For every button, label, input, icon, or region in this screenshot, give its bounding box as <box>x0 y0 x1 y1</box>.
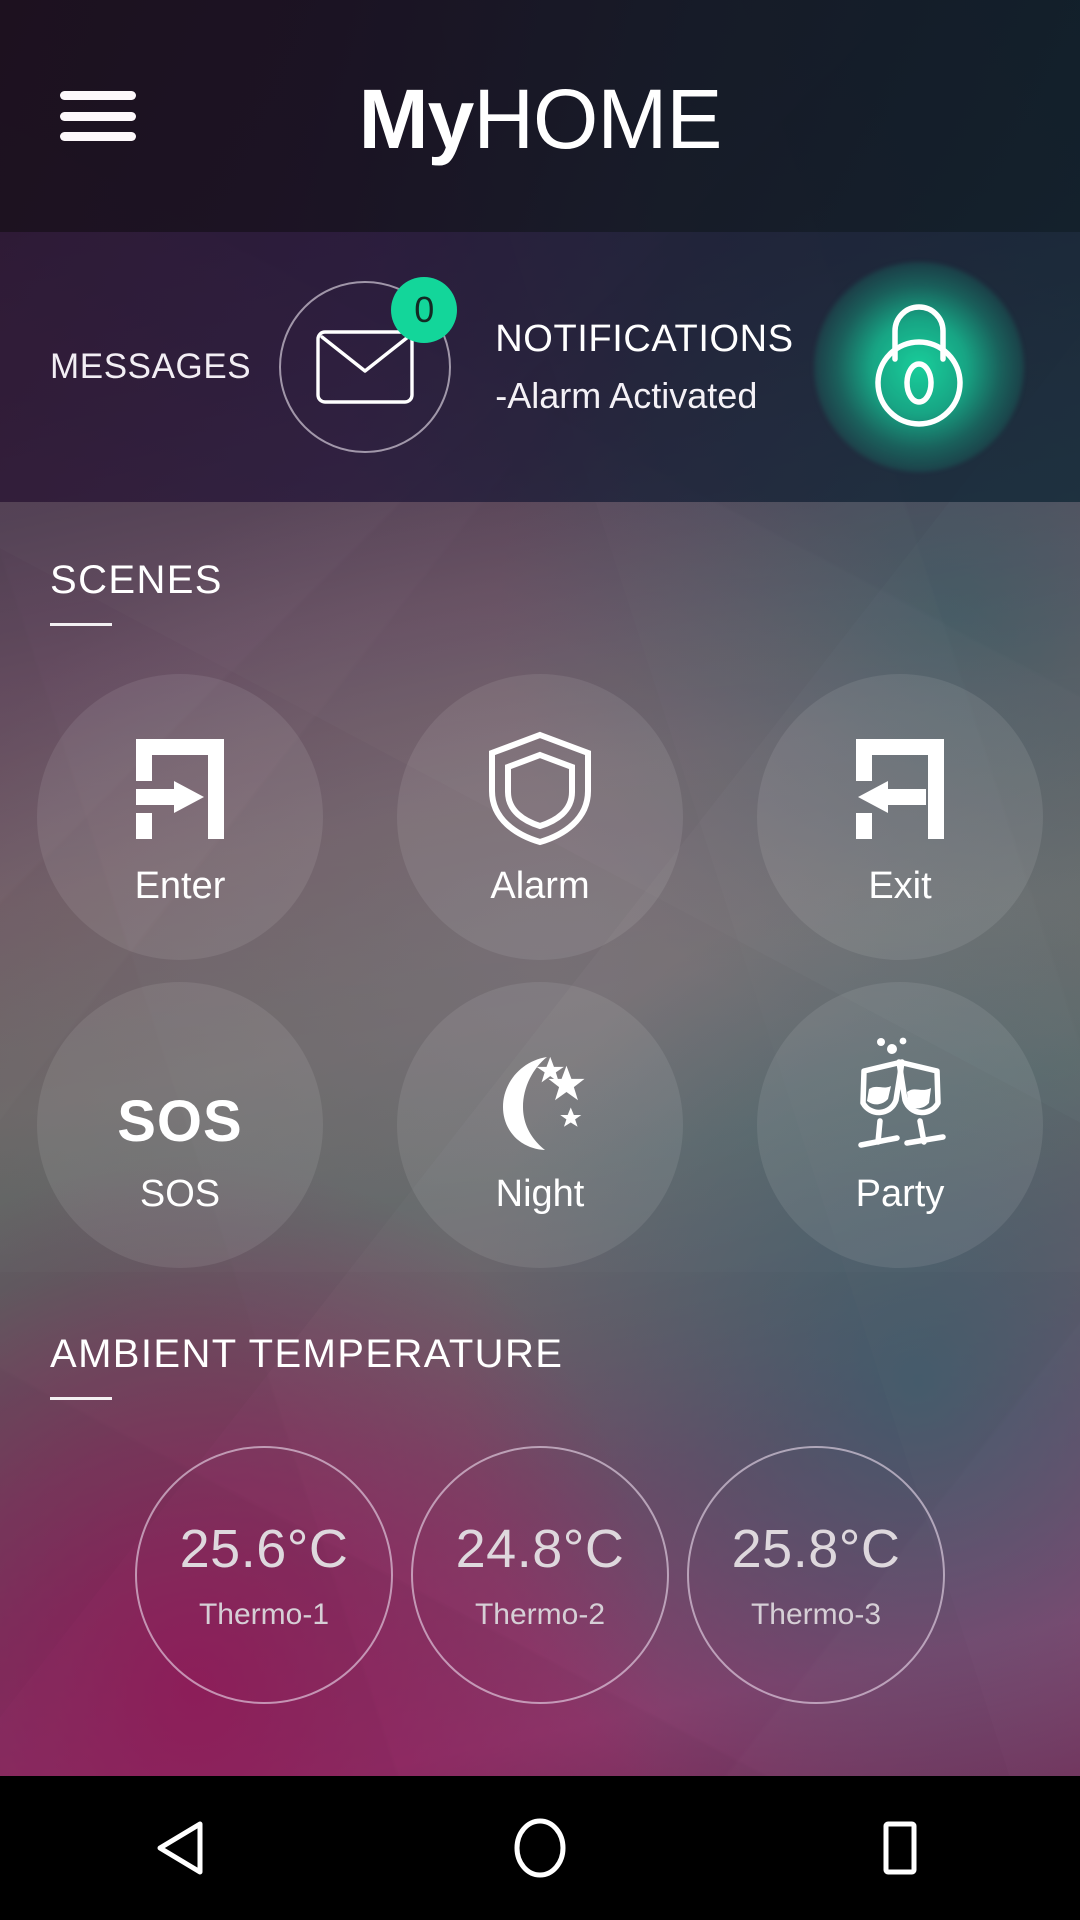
scenes-title: SCENES <box>50 558 223 602</box>
messages-label: MESSAGES <box>50 347 252 386</box>
scene-button-night[interactable]: Night <box>397 982 683 1268</box>
scene-label: SOS <box>139 1172 221 1215</box>
alarm-lock-button[interactable] <box>814 262 1024 472</box>
app-header: MyHOME <box>0 0 1080 232</box>
scene-button-exit[interactable]: Exit <box>757 674 1043 960</box>
scene-label: Exit <box>868 864 932 907</box>
thermostat-value: 25.6°C <box>179 1519 349 1579</box>
thermostat-card-1[interactable]: 25.6°C Thermo-1 <box>135 1446 393 1704</box>
app-title-bold: My <box>358 72 475 166</box>
scene-icon-wrap <box>839 1035 961 1155</box>
scene-icon-wrap <box>122 727 238 847</box>
back-triangle-icon <box>157 1821 203 1875</box>
scenes-underline <box>50 623 112 626</box>
ambient-temperature-underline <box>50 1397 112 1400</box>
hamburger-bar <box>60 91 136 100</box>
notification-bar: MESSAGES 0 NOTIFICATIONS -Alarm Activate… <box>0 232 1080 502</box>
scenes-section: SCENES Enter Alarm Exit SOS SOS Night Pa… <box>0 502 1080 1272</box>
scene-icon-wrap: SOS <box>117 1035 243 1155</box>
door-enter-icon <box>136 738 224 839</box>
thermostat-name: Thermo-1 <box>198 1598 330 1631</box>
home-circle-icon <box>514 1818 566 1878</box>
thermostat-value: 24.8°C <box>455 1519 625 1579</box>
thermostat-card-2[interactable]: 24.8°C Thermo-2 <box>411 1446 669 1704</box>
android-navigation-bar <box>0 1776 1080 1920</box>
ambient-temperature-title: AMBIENT TEMPERATURE <box>50 1332 564 1376</box>
notification-message: -Alarm Activated <box>495 374 758 416</box>
app-root: MyHOME MESSAGES 0 NOTIFICATIONS -Alarm A… <box>0 0 1080 1920</box>
padlock-icon <box>875 304 963 427</box>
scenes-heading: SCENES <box>50 502 1080 626</box>
shield-icon <box>489 731 591 845</box>
scene-icon-wrap <box>484 727 596 847</box>
messages-button[interactable]: 0 <box>279 277 458 453</box>
thermostat-card-3[interactable]: 25.8°C Thermo-3 <box>687 1446 945 1704</box>
recents-square-icon <box>883 1821 917 1875</box>
notification-text-group: NOTIFICATIONS -Alarm Activated <box>495 318 793 417</box>
scene-button-alarm[interactable]: Alarm <box>397 674 683 960</box>
scene-button-enter[interactable]: Enter <box>37 674 323 960</box>
scene-icon-wrap <box>477 1035 603 1155</box>
scenes-grid: Enter Alarm Exit SOS SOS Night Party <box>0 674 1080 1268</box>
scene-button-party[interactable]: Party <box>757 982 1043 1268</box>
messages-badge: 0 <box>391 277 458 343</box>
nav-back-button[interactable] <box>105 1776 255 1920</box>
door-exit-icon <box>856 738 944 839</box>
scene-button-sos[interactable]: SOS SOS <box>37 982 323 1268</box>
nav-home-button[interactable] <box>465 1776 615 1920</box>
scene-label: Party <box>855 1172 945 1215</box>
envelope-icon <box>316 330 414 404</box>
thermostat-name: Thermo-2 <box>474 1598 606 1631</box>
thermostat-name: Thermo-3 <box>750 1598 882 1631</box>
thermostat-value: 25.8°C <box>731 1519 901 1579</box>
app-title: MyHOME <box>0 77 1080 161</box>
notifications-title: NOTIFICATIONS <box>495 317 794 360</box>
scene-label: Enter <box>134 864 226 907</box>
sos-text-icon: SOS <box>117 1088 243 1154</box>
app-title-light: HOME <box>473 72 722 166</box>
nav-recents-button[interactable] <box>825 1776 975 1920</box>
scene-label: Night <box>495 1172 585 1215</box>
thermostat-row: 25.6°C Thermo-1 24.8°C Thermo-2 25.8°C T… <box>0 1446 1080 1704</box>
hamburger-menu-icon[interactable] <box>60 91 136 141</box>
messages-group[interactable]: MESSAGES 0 <box>50 277 458 453</box>
hamburger-bar <box>60 111 136 121</box>
ambient-temperature-section: AMBIENT TEMPERATURE 25.6°C Thermo-1 24.8… <box>0 1272 1080 1776</box>
hamburger-bar <box>60 132 136 141</box>
moon-stars-icon <box>503 1056 585 1150</box>
champagne-glasses-icon <box>858 1037 946 1148</box>
ambient-temperature-heading: AMBIENT TEMPERATURE <box>50 1272 1080 1400</box>
scene-label: Alarm <box>490 864 590 907</box>
scene-icon-wrap <box>842 727 958 847</box>
